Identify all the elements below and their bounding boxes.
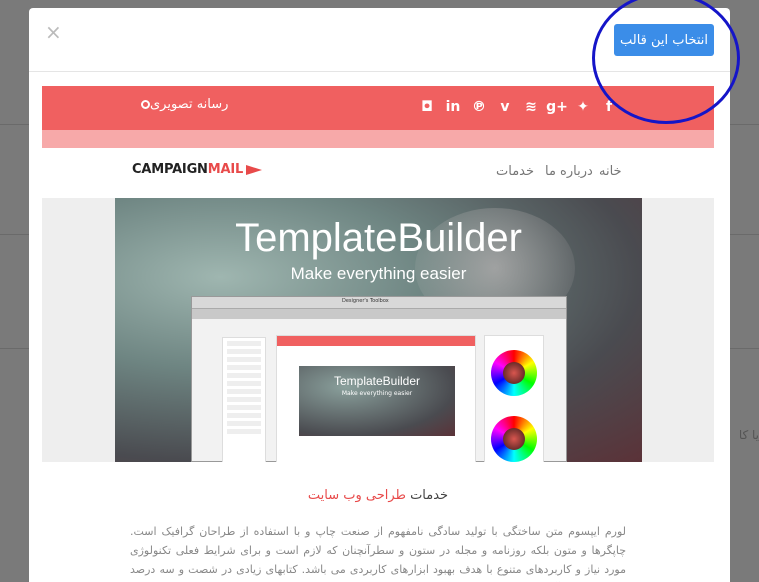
nav-about[interactable]: درباره ما	[545, 164, 593, 179]
media-icon	[141, 100, 150, 109]
nav-home[interactable]: خانه	[599, 164, 622, 179]
screenshot-sidebar-row	[227, 365, 261, 370]
color-wheel-icon	[491, 416, 537, 462]
color-wheel-center	[503, 362, 525, 384]
hero-section: TemplateBuilder Make everything easier D…	[42, 198, 714, 462]
campaignmail-logo: CAMPAIGNMAIL	[132, 162, 263, 177]
template-subbar	[42, 130, 714, 148]
color-wheel-center	[503, 428, 525, 450]
rss-icon[interactable]: ≋	[522, 98, 540, 116]
twitter-icon[interactable]: ✦	[574, 98, 592, 116]
hero-image: TemplateBuilder Make everything easier D…	[115, 198, 642, 462]
instagram-icon[interactable]: ◘	[418, 98, 436, 116]
screenshot-sidebar-row	[227, 397, 261, 402]
screenshot-sidebar-row	[227, 357, 261, 362]
screenshot-sidebar-row	[227, 405, 261, 410]
screenshot-sidebar-row	[227, 381, 261, 386]
linkedin-icon[interactable]: in	[444, 98, 462, 116]
screenshot-canvas-title: TemplateBuilder	[333, 374, 421, 388]
services-label: خدمات	[410, 488, 449, 503]
screenshot-sidebar-row	[227, 421, 261, 426]
screenshot-sidebar-row	[227, 389, 261, 394]
screenshot-sidebar-row	[227, 373, 261, 378]
screenshot-canvas-subtitle: Make everything easier	[341, 390, 413, 397]
select-template-button[interactable]: انتخاب این قالب	[614, 24, 714, 56]
screenshot-sidebar-row	[227, 349, 261, 354]
modal-header: × انتخاب این قالب	[29, 8, 730, 72]
services-highlight: طراحی وب سایت	[307, 488, 406, 503]
template-preview-modal: × انتخاب این قالب رسانه تصویری ◘ in ℗ v …	[29, 8, 730, 582]
pinterest-icon[interactable]: ℗	[470, 98, 488, 116]
logo-part-campaign: CAMPAIGN	[132, 162, 208, 177]
screenshot-sidebar	[222, 337, 266, 462]
builder-screenshot: Designer's Toolbox TemplateBuilder Make …	[191, 296, 567, 462]
google-plus-icon[interactable]: g+	[546, 98, 568, 116]
logo-part-mail: MAIL	[207, 162, 244, 177]
hero-title: TemplateBuilder	[235, 216, 522, 260]
vimeo-icon[interactable]: v	[496, 98, 514, 116]
facebook-icon[interactable]: f	[600, 98, 618, 116]
screenshot-toolbar	[192, 309, 566, 319]
media-title[interactable]: رسانه تصویری	[138, 97, 228, 112]
screenshot-canvas: TemplateBuilder Make everything easier	[276, 335, 476, 462]
screenshot-canvas-topbar	[277, 336, 475, 346]
screenshot-browser-bar: Designer's Toolbox	[192, 297, 566, 309]
screenshot-window-title: Designer's Toolbox	[342, 298, 389, 304]
services-description: لورم ایپسوم متن ساختگی با تولید سادگی نا…	[130, 525, 626, 576]
screenshot-sidebar-row	[227, 341, 261, 346]
screenshot-sidebar-row	[227, 429, 261, 434]
screenshot-sidebar-row	[227, 413, 261, 418]
media-title-label: رسانه تصویری	[150, 97, 229, 112]
services-heading: خدمات طراحی وب سایت	[42, 488, 714, 503]
template-topbar: رسانه تصویری ◘ in ℗ v ≋ g+ ✦ f	[42, 86, 714, 130]
paper-plane-icon	[246, 164, 263, 175]
hero-subtitle: Make everything easier	[290, 264, 467, 283]
nav-services[interactable]: خدمات	[496, 164, 534, 179]
color-wheel-icon	[491, 350, 537, 396]
close-icon[interactable]: ×	[45, 22, 62, 42]
background-partial-text: یا کا	[738, 428, 759, 442]
screenshot-color-panel	[484, 335, 544, 462]
template-preview: رسانه تصویری ◘ in ℗ v ≋ g+ ✦ f CAMPAIGNM…	[42, 86, 714, 582]
